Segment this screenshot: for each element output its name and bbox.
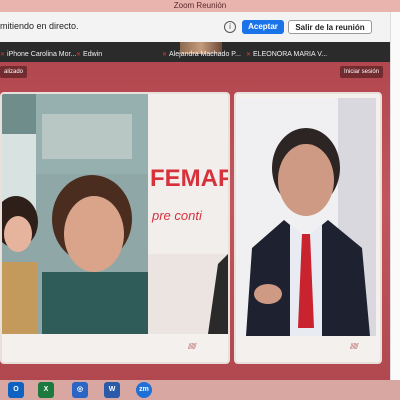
participant-name[interactable]: ✕ ELEONORA MARIA V... — [246, 51, 327, 58]
taskbar-app-label: O — [13, 386, 19, 393]
zoom-icon[interactable]: zm — [136, 382, 152, 398]
taskbar-app-label: X — [43, 386, 49, 393]
participant-strip: ✕ iPhone Carolina Mor... ✕ Edwin ✕ Alejandr… — [0, 42, 390, 62]
participant-name[interactable]: ✕ iPhone Carolina Mor... — [0, 51, 76, 58]
side-panel[interactable] — [390, 12, 400, 380]
excel-icon[interactable]: X — [38, 382, 54, 398]
participant-name[interactable]: ✕ Alejandra Machado P... — [162, 51, 241, 58]
participant-name[interactable]: ✕ Edwin — [76, 51, 102, 58]
taskbar-app-label: W — [108, 386, 116, 393]
participant-name-label: iPhone Carolina Mor... — [7, 51, 77, 58]
participant-video — [238, 98, 376, 336]
backdrop: FEMAP pre conti — [148, 94, 228, 334]
participant-name-label: ELEONORA MARIA V... — [253, 51, 328, 58]
mic-off-icon: ✕ — [76, 52, 82, 58]
video-tile[interactable]: ⫽⫽⫽ — [234, 92, 382, 364]
backdrop-logo-text: FEMAP — [150, 165, 228, 192]
taskbar-app-label: zm — [139, 386, 149, 393]
taskbar-app-label: ◎ — [76, 386, 84, 393]
signal-bars-icon: ⫽⫽⫽ — [188, 342, 197, 351]
mic-off-icon: ✕ — [246, 52, 252, 58]
window-title: Zoom Reunión — [0, 0, 400, 12]
signal-bars-icon: ⫽⫽⫽ — [350, 342, 359, 351]
mic-off-icon: ✕ — [162, 52, 168, 58]
live-stream-notice: mitiendo en directo. i Aceptar Salir de … — [0, 12, 390, 43]
outlook-icon[interactable]: O — [8, 382, 24, 398]
video-tile[interactable]: FEMAP pre conti ⫽⫽⫽ — [0, 92, 230, 364]
notice-text: mitiendo en directo. — [0, 21, 79, 31]
info-icon[interactable]: i — [224, 21, 236, 33]
word-icon[interactable]: W — [104, 382, 120, 398]
participant-name-label: Edwin — [83, 51, 103, 58]
meeting-stage: alizado Iniciar sesión FEMAP pre conti ⫽… — [0, 62, 390, 380]
accept-button[interactable]: Aceptar — [242, 20, 284, 34]
mic-off-icon: ✕ — [0, 52, 6, 58]
leave-meeting-button[interactable]: Salir de la reunión — [288, 20, 372, 34]
browser-icon[interactable]: ◎ — [72, 382, 88, 398]
backdrop-subtext: pre conti — [151, 208, 203, 223]
status-chip: alizado — [0, 66, 28, 78]
sign-in-chip[interactable]: Iniciar sesión — [340, 66, 384, 78]
taskbar: O X ◎ W zm — [0, 380, 400, 400]
participant-video — [2, 94, 148, 334]
participant-name-label: Alejandra Machado P... — [169, 51, 241, 58]
